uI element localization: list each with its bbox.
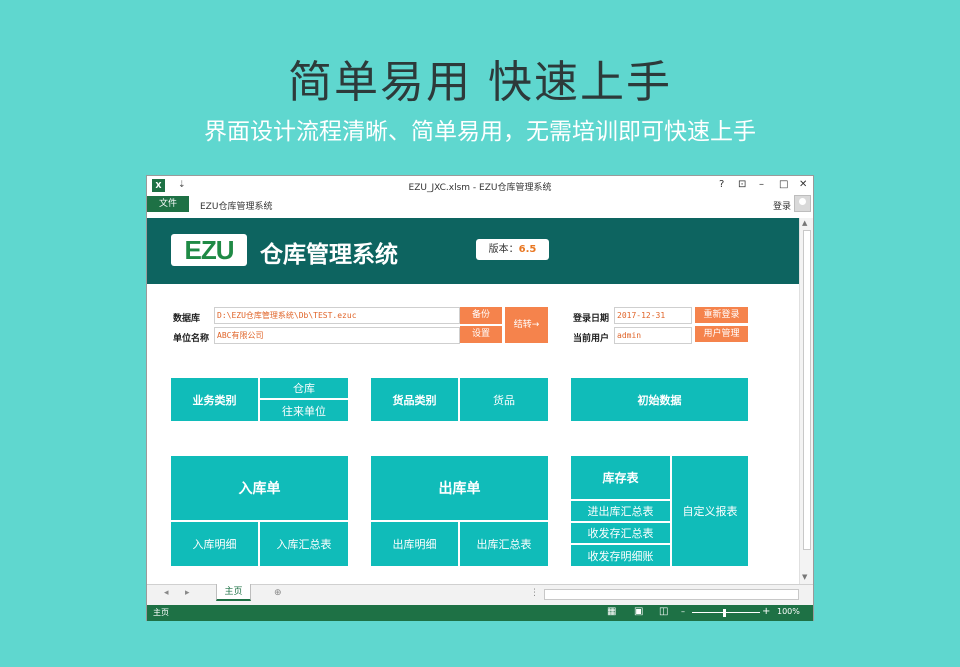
scroll-down-icon[interactable]: ▼: [802, 573, 807, 581]
help-icon[interactable]: ?: [719, 179, 724, 190]
user-management-button[interactable]: 用户管理: [695, 326, 748, 342]
sheet-tab-bar: ◂ ▸ 主页 ⊕ ⋮: [147, 584, 813, 605]
add-sheet-icon[interactable]: ⊕: [274, 588, 282, 598]
backup-button[interactable]: 备份: [460, 307, 502, 324]
inbound-summary-button[interactable]: 入库汇总表: [260, 522, 348, 566]
ezu-logo: EZU: [171, 234, 247, 266]
scroll-up-icon[interactable]: ▲: [802, 219, 807, 227]
horizontal-scrollbar[interactable]: [544, 589, 799, 600]
app-banner: EZU 仓库管理系统 版本：6.5: [147, 218, 799, 284]
promo-headline: 简单易用 快速上手: [288, 57, 672, 108]
title-bar: X ⇣ EZU_JXC.xlsm - EZU仓库管理系统 ? ⊡ – □ ✕: [147, 176, 813, 196]
page-break-view-icon[interactable]: ◫: [659, 606, 668, 617]
close-period-button[interactable]: 结转→: [505, 307, 548, 343]
rs-detail-button[interactable]: 收发存明细账: [571, 545, 670, 566]
promo-subline: 界面设计流程清晰、简单易用，无需培训即可快速上手: [204, 119, 756, 145]
partner-button[interactable]: 往来单位: [260, 400, 348, 421]
current-user-label: 当前用户: [573, 334, 610, 344]
inbound-order-button[interactable]: 入库单: [171, 456, 348, 520]
custom-report-button[interactable]: 自定义报表: [672, 456, 748, 566]
outbound-summary-button[interactable]: 出库汇总表: [460, 522, 548, 566]
zoom-level[interactable]: 100%: [777, 607, 800, 616]
tab-split-handle-icon[interactable]: ⋮: [530, 588, 539, 598]
system-title: 仓库管理系统: [260, 242, 398, 268]
ribbon: 文件 EZU仓库管理系统 登录: [147, 195, 813, 218]
settings-button[interactable]: 设置: [460, 326, 502, 343]
close-icon[interactable]: ✕: [799, 179, 807, 190]
login-date-field[interactable]: 2017-12-31: [614, 307, 692, 324]
file-tab[interactable]: 文件: [147, 196, 189, 212]
version-badge: 版本：6.5: [476, 239, 549, 260]
normal-view-icon[interactable]: ▦: [607, 606, 616, 617]
goods-button[interactable]: 货品: [460, 378, 548, 421]
user-avatar-icon[interactable]: [794, 195, 811, 212]
initial-data-button[interactable]: 初始数据: [571, 378, 748, 421]
tab-next-icon[interactable]: ▸: [185, 588, 190, 598]
ribbon-tab-ezu[interactable]: EZU仓库管理系统: [200, 199, 272, 212]
page-layout-view-icon[interactable]: ▣: [634, 606, 643, 617]
biz-category-button[interactable]: 业务类别: [171, 378, 258, 421]
status-text: 主页: [153, 608, 169, 617]
outbound-detail-button[interactable]: 出库明细: [371, 522, 458, 566]
status-bar: 主页 ▦ ▣ ◫ – + 100%: [147, 605, 813, 621]
maximize-icon[interactable]: □: [779, 179, 788, 190]
zoom-slider-thumb[interactable]: [723, 609, 726, 617]
excel-window: X ⇣ EZU_JXC.xlsm - EZU仓库管理系统 ? ⊡ – □ ✕ 文…: [146, 175, 814, 621]
zoom-slider[interactable]: [692, 612, 760, 613]
company-field[interactable]: ABC有限公司: [214, 327, 460, 344]
goods-category-button[interactable]: 货品类别: [371, 378, 458, 421]
version-value: 6.5: [518, 244, 537, 255]
rs-summary-button[interactable]: 收发存汇总表: [571, 523, 670, 543]
relogin-button[interactable]: 重新登录: [695, 307, 748, 323]
vertical-scrollbar[interactable]: ▲ ▼: [799, 218, 813, 584]
sheet-tab-home[interactable]: 主页: [216, 584, 251, 601]
minimize-icon[interactable]: –: [759, 179, 764, 190]
outbound-order-button[interactable]: 出库单: [371, 456, 548, 520]
db-path-field[interactable]: D:\EZU仓库管理系统\Db\TEST.ezuc: [214, 307, 460, 324]
login-date-label: 登录日期: [573, 314, 610, 324]
version-label: 版本：: [488, 244, 519, 255]
warehouse-button[interactable]: 仓库: [260, 378, 348, 398]
db-label: 数据库: [173, 314, 201, 324]
inbound-detail-button[interactable]: 入库明细: [171, 522, 258, 566]
zoom-in-icon[interactable]: +: [762, 606, 770, 617]
worksheet: EZU 仓库管理系统 版本：6.5 数据库 D:\EZU仓库管理系统\Db\TE…: [147, 218, 799, 584]
scroll-thumb[interactable]: [803, 230, 811, 550]
window-title: EZU_JXC.xlsm - EZU仓库管理系统: [408, 183, 552, 193]
tab-prev-icon[interactable]: ◂: [164, 588, 169, 598]
stock-report-button[interactable]: 库存表: [571, 456, 670, 499]
ribbon-display-icon[interactable]: ⊡: [738, 179, 746, 190]
io-summary-button[interactable]: 进出库汇总表: [571, 501, 670, 521]
company-label: 单位名称: [173, 334, 210, 344]
login-link[interactable]: 登录: [773, 199, 791, 212]
zoom-out-icon[interactable]: –: [681, 607, 685, 616]
current-user-field[interactable]: admin: [614, 327, 692, 344]
